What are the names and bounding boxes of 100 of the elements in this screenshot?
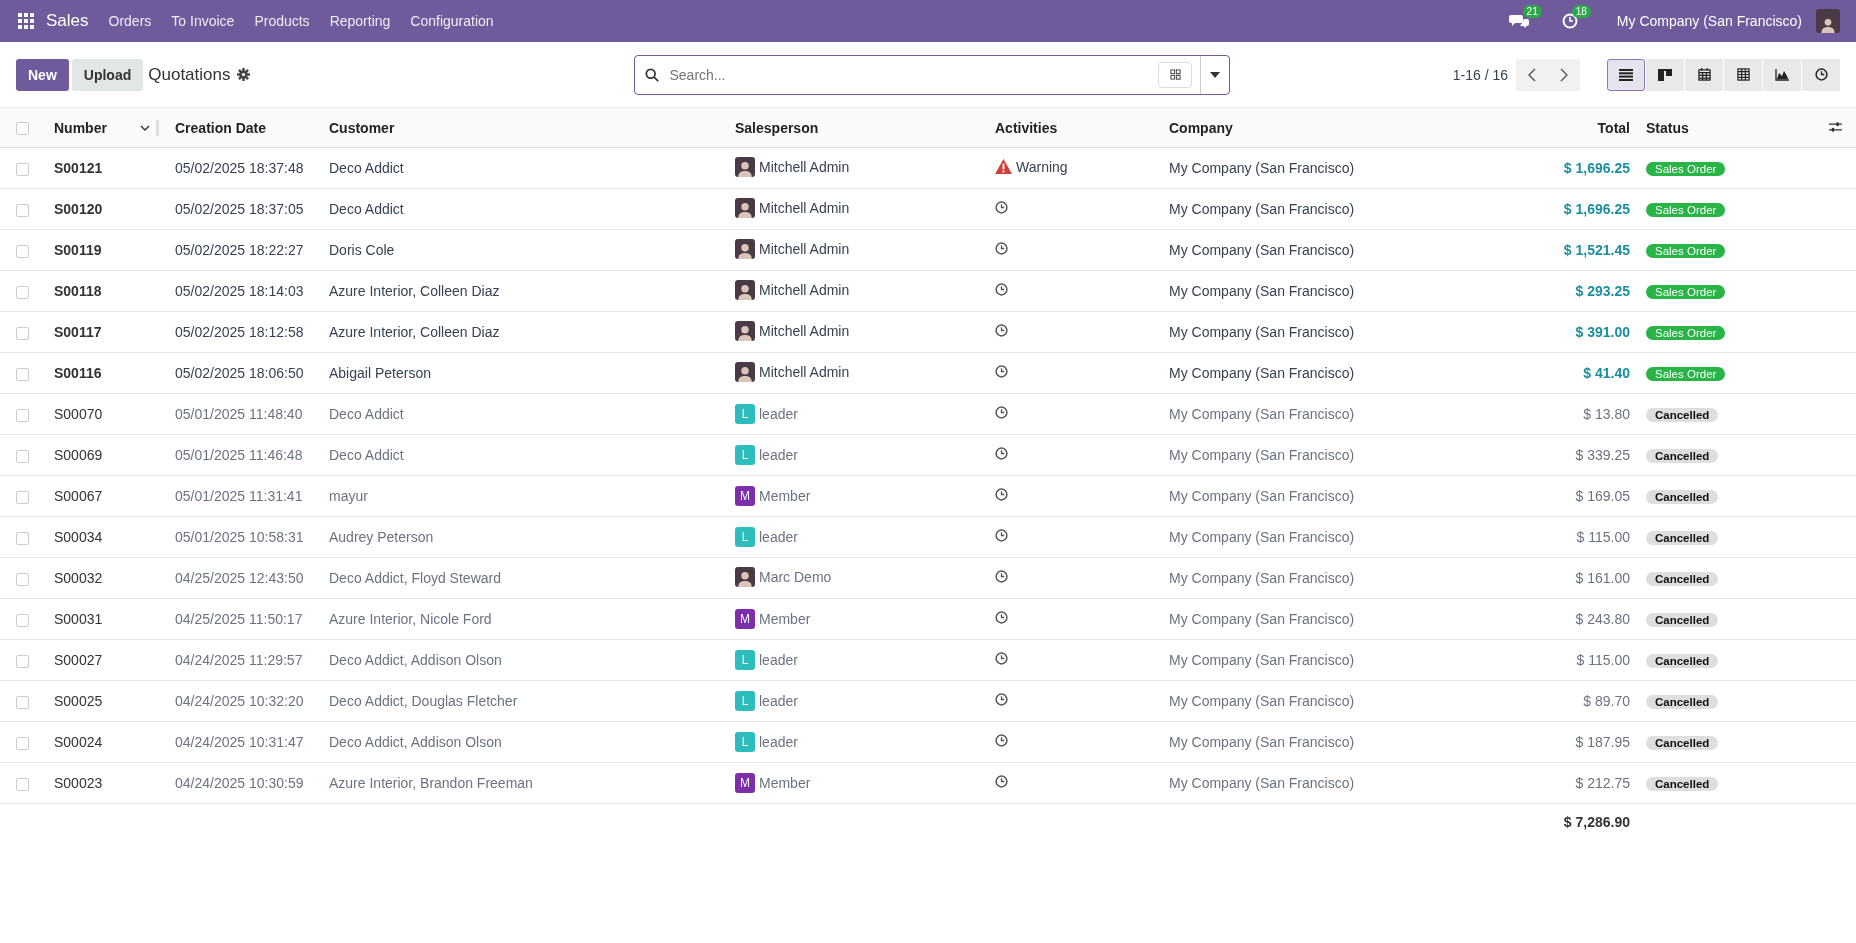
menu-item[interactable]: Reporting	[329, 13, 391, 29]
status-badge: Sales Order	[1646, 162, 1726, 176]
order-total: $ 1,521.45	[1563, 242, 1630, 258]
order-number: S00024	[54, 734, 103, 750]
list-view-button[interactable]	[1607, 58, 1645, 91]
row-checkbox[interactable]	[16, 326, 29, 340]
clock-icon[interactable]	[995, 324, 1008, 337]
column-header[interactable]: Customer	[329, 119, 395, 136]
salesperson-name: Mitchell Admin	[759, 322, 850, 339]
order-number: S00070	[54, 406, 103, 422]
company-name: My Company (San Francisco)	[1169, 652, 1355, 668]
sort-caret-icon[interactable]	[140, 124, 150, 131]
row-checkbox[interactable]	[16, 572, 29, 586]
activity-warning-label[interactable]: Warning	[1016, 158, 1068, 175]
order-total: $ 212.75	[1575, 775, 1630, 791]
clock-icon[interactable]	[995, 734, 1008, 747]
clock-icon[interactable]	[995, 611, 1008, 624]
row-checkbox[interactable]	[16, 777, 29, 791]
calendar-view-button[interactable]	[1685, 58, 1723, 91]
menu-item[interactable]: Orders	[108, 13, 152, 29]
column-header[interactable]: Total	[1597, 119, 1630, 136]
row-checkbox[interactable]	[16, 203, 29, 217]
row-checkbox[interactable]	[16, 367, 29, 381]
row-checkbox[interactable]	[16, 162, 29, 176]
clock-icon[interactable]	[995, 775, 1008, 788]
creation-date: 05/02/2025 18:37:48	[175, 160, 304, 176]
pivot-view-button[interactable]	[1724, 58, 1762, 91]
clock-icon[interactable]	[995, 529, 1008, 542]
apps-grid-icon[interactable]	[18, 13, 34, 29]
search-field[interactable]: Search...	[634, 54, 1231, 95]
row-checkbox[interactable]	[16, 736, 29, 750]
kanban-view-button[interactable]	[1646, 58, 1684, 91]
clock-icon[interactable]	[995, 242, 1008, 255]
clock-icon[interactable]	[995, 365, 1008, 378]
row-checkbox[interactable]	[16, 408, 29, 422]
status-badge: Cancelled	[1646, 613, 1719, 627]
settings-icon[interactable]	[237, 68, 251, 81]
customer-name: Deco Addict	[329, 160, 404, 176]
column-header[interactable]: Number	[54, 119, 107, 136]
menu-item[interactable]: Configuration	[410, 13, 494, 29]
row-checkbox[interactable]	[16, 285, 29, 299]
clock-icon[interactable]	[995, 652, 1008, 665]
search-input[interactable]: Search...	[667, 65, 1159, 84]
new-button[interactable]: New	[16, 58, 69, 91]
row-checkbox[interactable]	[16, 695, 29, 709]
initial-avatar: M	[735, 773, 755, 793]
qr-code-button[interactable]	[1158, 61, 1193, 88]
column-options-icon[interactable]	[1829, 120, 1842, 133]
clock-icon[interactable]	[995, 283, 1008, 296]
salesperson-name: Member	[759, 611, 811, 627]
customer-name: Azure Interior, Colleen Diaz	[329, 283, 500, 299]
app-name-link[interactable]: Sales	[46, 11, 89, 31]
row-checkbox[interactable]	[16, 244, 29, 258]
row-checkbox[interactable]	[16, 654, 29, 668]
activity-view-button[interactable]	[1802, 58, 1840, 91]
clock-icon[interactable]	[995, 570, 1008, 583]
row-checkbox[interactable]	[16, 531, 29, 545]
order-number: S00121	[54, 160, 103, 176]
row-checkbox[interactable]	[16, 449, 29, 463]
company-name: My Company (San Francisco)	[1169, 570, 1355, 586]
clock-icon[interactable]	[995, 406, 1008, 419]
customer-name: Deco Addict	[329, 201, 404, 217]
clock-icon[interactable]	[995, 201, 1008, 214]
clock-icon[interactable]	[995, 693, 1008, 706]
chat-bubbles-icon[interactable]	[1508, 13, 1529, 29]
kanban-icon	[1658, 68, 1672, 81]
status-badge: Cancelled	[1646, 408, 1719, 422]
order-number: S00069	[54, 447, 103, 463]
upload-button[interactable]: Upload	[71, 58, 144, 91]
warning-icon[interactable]	[995, 159, 1012, 175]
column-header[interactable]: Status	[1646, 119, 1689, 136]
salesperson-name: Mitchell Admin	[759, 158, 850, 175]
column-header[interactable]: Creation Date	[175, 119, 267, 136]
order-total: $ 41.40	[1583, 365, 1630, 381]
company-switcher[interactable]: My Company (San Francisco)	[1616, 13, 1802, 29]
area-chart-icon	[1775, 68, 1789, 81]
person-silhouette-icon	[1820, 17, 1836, 33]
column-header[interactable]: Activities	[995, 119, 1058, 136]
customer-name: Azure Interior, Brandon Freeman	[329, 775, 533, 791]
graph-view-button[interactable]	[1763, 58, 1801, 91]
select-all-checkbox[interactable]	[16, 122, 29, 136]
company-name: My Company (San Francisco)	[1169, 283, 1355, 299]
grid-table-icon	[1736, 68, 1750, 81]
user-avatar[interactable]	[1816, 9, 1840, 33]
initial-avatar: M	[735, 486, 755, 506]
row-checkbox[interactable]	[16, 490, 29, 504]
column-header[interactable]: Salesperson	[735, 119, 819, 136]
creation-date: 05/02/2025 18:06:50	[175, 365, 304, 381]
clock-icon[interactable]	[995, 447, 1008, 460]
row-checkbox[interactable]	[16, 613, 29, 627]
creation-date: 04/24/2025 10:31:47	[175, 734, 304, 750]
salesperson-name: Member	[759, 488, 811, 504]
order-number: S00027	[54, 652, 103, 668]
menu-item[interactable]: Products	[254, 13, 310, 29]
column-header[interactable]: Company	[1169, 119, 1233, 136]
clock-icon[interactable]	[995, 488, 1008, 501]
salesperson-name: leader	[759, 406, 798, 422]
customer-name: Abigail Peterson	[329, 365, 431, 381]
menu-item[interactable]: To Invoice	[171, 13, 235, 29]
order-number: S00116	[54, 365, 102, 381]
